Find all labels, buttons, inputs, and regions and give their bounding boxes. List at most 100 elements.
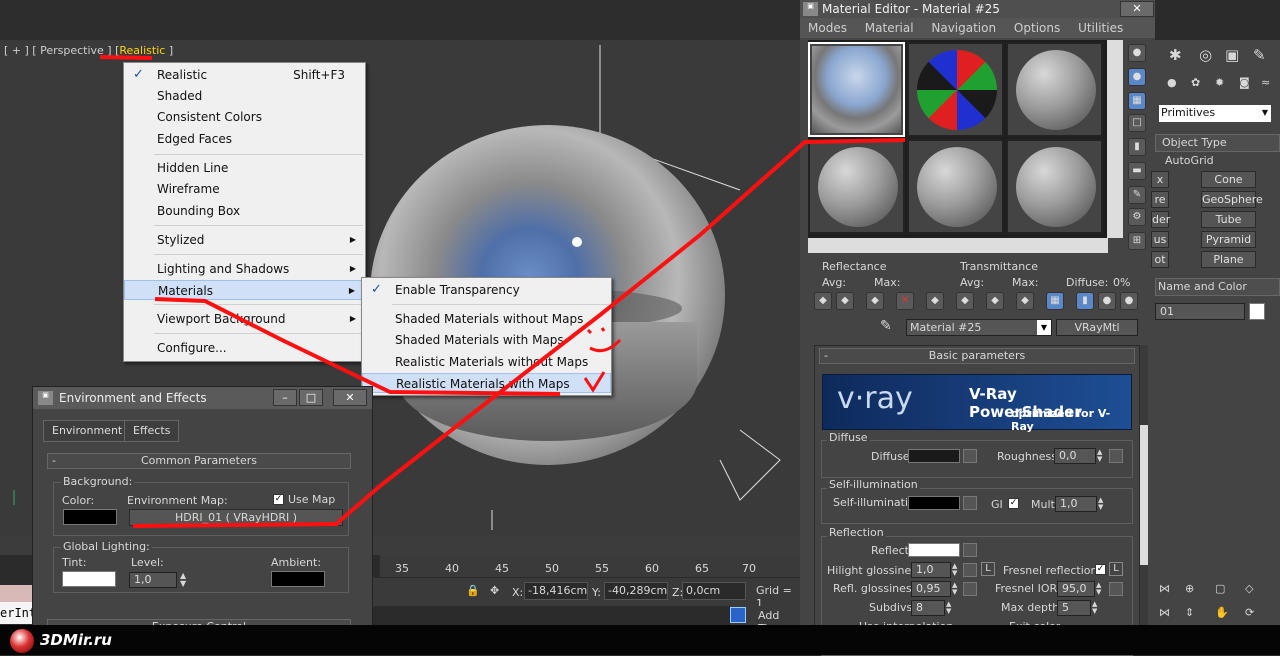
- options-icon[interactable]: ✎: [1128, 186, 1146, 204]
- menu-item-realistic-no-maps[interactable]: Realistic Materials without Maps: [362, 352, 611, 372]
- object-color-swatch[interactable]: [1249, 303, 1265, 320]
- environment-map-button[interactable]: HDRI_01 ( VRayHDRI ): [129, 509, 343, 526]
- menu-navigation[interactable]: Navigation: [931, 21, 996, 35]
- transform-icon[interactable]: ✥: [490, 584, 499, 597]
- mult-spinner[interactable]: 1,0: [1055, 496, 1097, 512]
- menu-item-enable-transparency[interactable]: ✓ Enable Transparency: [362, 280, 611, 300]
- video-check-icon[interactable]: ▮: [1128, 138, 1146, 156]
- walkthrough-icon[interactable]: ⇕: [1185, 606, 1194, 619]
- material-navigator-icon[interactable]: ⊞: [1128, 232, 1146, 250]
- spinner-arrows-icon[interactable]: ▲ ▼: [946, 601, 951, 615]
- object-button-partial[interactable]: us: [1151, 231, 1169, 248]
- menu-item-materials[interactable]: Materials ▶: [124, 280, 365, 300]
- frame-icon[interactable]: ▢: [1215, 582, 1225, 595]
- shapes-icon[interactable]: ✿: [1191, 76, 1200, 89]
- display-tab-icon[interactable]: ▣: [1225, 46, 1239, 64]
- geosphere-button[interactable]: GeoSphere: [1201, 191, 1263, 208]
- spinner-arrows-icon[interactable]: ▲ ▼: [952, 582, 957, 596]
- spinner-arrows-icon[interactable]: ▲ ▼: [1096, 582, 1101, 596]
- sample-type-icon[interactable]: ●: [1128, 44, 1146, 62]
- menu-modes[interactable]: Modes: [808, 21, 847, 35]
- spinner-arrows-icon[interactable]: ▲ ▼: [180, 572, 186, 588]
- background-color-swatch[interactable]: [63, 509, 117, 525]
- menu-item-consistent-colors[interactable]: Consistent Colors: [124, 107, 365, 127]
- x-coordinate-field[interactable]: -18,416cm: [524, 582, 588, 600]
- tab-environment[interactable]: Environment: [43, 420, 132, 442]
- backlight-icon[interactable]: ●: [1128, 68, 1146, 86]
- spinner-arrows-icon[interactable]: ▲ ▼: [952, 563, 957, 577]
- object-name-field[interactable]: 01: [1155, 303, 1245, 320]
- viewport-view-label[interactable]: [ Perspective ]: [32, 44, 111, 57]
- material-id-icon[interactable]: ◆: [1016, 292, 1034, 310]
- show-map-icon[interactable]: ▦: [1046, 292, 1064, 310]
- sample-slot[interactable]: [808, 139, 905, 234]
- diffuse-map-button[interactable]: [963, 449, 977, 463]
- menu-item-realistic[interactable]: ✓ Realistic Shift+F3: [124, 65, 365, 85]
- minimize-button[interactable]: –: [273, 389, 297, 406]
- rollout-header[interactable]: - Basic parameters: [819, 348, 1135, 364]
- key-icon[interactable]: [730, 607, 746, 623]
- menu-item-configure[interactable]: Configure...: [124, 338, 365, 358]
- reflect-map-button[interactable]: [963, 543, 977, 557]
- fresnel-reflections-checkbox[interactable]: ✓: [1095, 564, 1106, 575]
- menu-options[interactable]: Options: [1014, 21, 1060, 35]
- object-type-rollout[interactable]: Object Type: [1155, 134, 1280, 152]
- create-category-icons[interactable]: ● ✿ ✹ ◙ ≈: [1165, 76, 1275, 94]
- tab-effects[interactable]: Effects: [124, 420, 180, 442]
- menu-item-shaded[interactable]: Shaded: [124, 86, 365, 106]
- sample-slot[interactable]: [907, 139, 1004, 234]
- material-type-button[interactable]: VRayMtl: [1056, 319, 1138, 336]
- diffuse-color-swatch[interactable]: [908, 449, 960, 463]
- sample-slot-checker[interactable]: [907, 42, 1004, 137]
- object-button-partial[interactable]: re: [1151, 191, 1169, 208]
- lock-icon[interactable]: 🔒: [466, 584, 480, 597]
- self-illumination-swatch[interactable]: [908, 496, 960, 510]
- common-parameters-rollout[interactable]: - Common Parameters: [47, 453, 351, 469]
- eyedropper-icon[interactable]: ✎: [880, 318, 892, 334]
- region-zoom-icon[interactable]: ⋈: [1159, 606, 1170, 619]
- geometry-icon[interactable]: ●: [1167, 76, 1177, 89]
- sample-slot-hdri[interactable]: [808, 42, 905, 137]
- hierarchy-tab-icon[interactable]: ◎: [1199, 46, 1212, 64]
- menu-item-hidden-line[interactable]: Hidden Line: [124, 158, 365, 178]
- use-map-checkbox[interactable]: ✓: [273, 494, 284, 505]
- background-icon[interactable]: ▦: [1128, 92, 1146, 110]
- assign-material-icon[interactable]: ◆: [866, 292, 884, 310]
- put-to-scene-icon[interactable]: ◆: [836, 292, 854, 310]
- y-coordinate-field[interactable]: -40,289cm: [604, 582, 668, 600]
- menu-item-bounding-box[interactable]: Bounding Box: [124, 201, 365, 221]
- menu-utilities[interactable]: Utilities: [1078, 21, 1123, 35]
- primitives-dropdown[interactable]: Primitives ▼: [1159, 105, 1271, 122]
- pan-icon[interactable]: ✋: [1215, 606, 1229, 619]
- rollout-scrollbar[interactable]: [1140, 345, 1148, 655]
- maximize-button[interactable]: □: [299, 389, 323, 406]
- close-button[interactable]: ✕: [333, 389, 367, 406]
- menu-item-realistic-with-maps[interactable]: Realistic Materials with Maps: [362, 373, 611, 393]
- maxscript-text[interactable]: erInt: [0, 602, 36, 624]
- modify-tab-icon[interactable]: ✱: [1169, 46, 1182, 64]
- name-and-color-rollout[interactable]: Name and Color: [1155, 278, 1280, 296]
- viewport-label[interactable]: [ + ] [ Perspective ] [Realistic ]: [4, 44, 173, 57]
- plane-button[interactable]: Plane: [1201, 251, 1256, 268]
- autogrid-label[interactable]: AutoGrid: [1165, 154, 1214, 167]
- refl-gloss-map-button[interactable]: [963, 582, 977, 596]
- select-by-material-icon[interactable]: ⚙: [1128, 208, 1146, 226]
- make-preview-icon[interactable]: ▬: [1128, 162, 1146, 180]
- hilight-map-button[interactable]: [963, 563, 977, 577]
- hilight-lock-button[interactable]: L: [981, 562, 995, 576]
- roughness-map-button[interactable]: [1109, 449, 1123, 463]
- close-button[interactable]: ✕: [1120, 1, 1154, 17]
- lights-icon[interactable]: ✹: [1215, 76, 1224, 89]
- zoom-all-icon[interactable]: ⊕: [1185, 582, 1194, 595]
- add-time-tag[interactable]: Add Tim: [730, 606, 800, 635]
- subdivs-spinner[interactable]: 8: [911, 600, 945, 616]
- z-coordinate-field[interactable]: 0,0cm: [682, 582, 746, 600]
- menu-item-wireframe[interactable]: Wireframe: [124, 179, 365, 199]
- uv-tiling-icon[interactable]: □: [1128, 114, 1146, 132]
- make-unique-icon[interactable]: ◆: [956, 292, 974, 310]
- fov-icon[interactable]: ◇: [1245, 582, 1253, 595]
- fresnel-ior-spinner[interactable]: 95,0: [1057, 581, 1095, 597]
- object-button-partial[interactable]: der: [1151, 211, 1170, 228]
- delete-icon[interactable]: ✕: [896, 292, 914, 310]
- pyramid-button[interactable]: Pyramid: [1201, 231, 1256, 248]
